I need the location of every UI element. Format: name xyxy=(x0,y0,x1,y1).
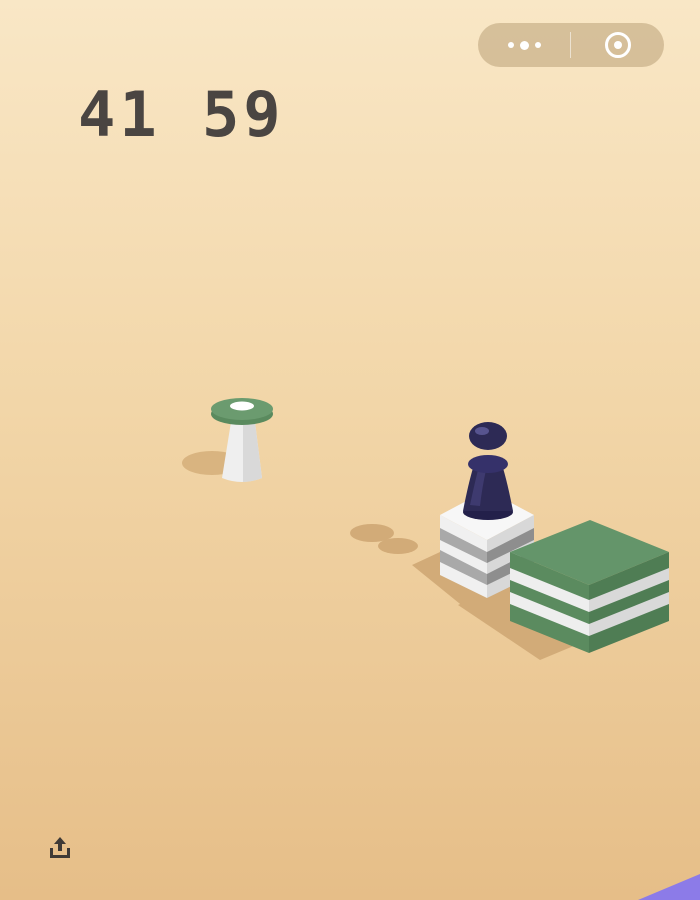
game-scene[interactable] xyxy=(0,0,700,900)
player-piece[interactable] xyxy=(463,422,513,520)
corner-accent xyxy=(638,874,700,900)
far-platform xyxy=(182,398,273,482)
share-upload-icon[interactable] xyxy=(46,834,74,862)
